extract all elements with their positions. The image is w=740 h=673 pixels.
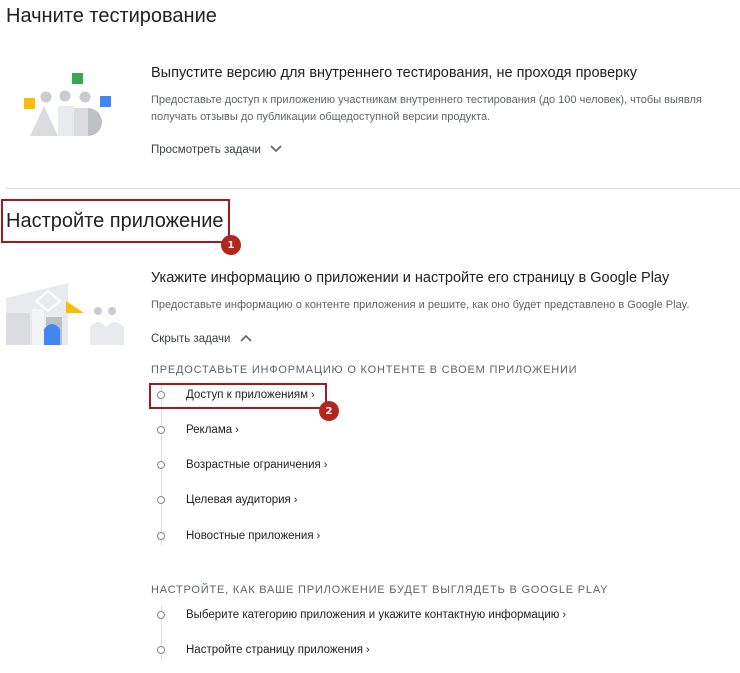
testing-description: Предоставьте доступ к приложению участни… xyxy=(151,94,702,123)
task-store-listing[interactable]: Настройте страницу приложения › xyxy=(157,641,370,659)
task-status-dot xyxy=(157,611,165,619)
task-status-dot xyxy=(157,532,165,540)
task-content-rating[interactable]: Возрастные ограничения › xyxy=(157,456,327,474)
setup-heading: Укажите информацию о приложении и настро… xyxy=(151,270,670,286)
highlight-box-1 xyxy=(1,199,230,243)
section-divider xyxy=(6,188,740,189)
chevron-right-icon: › xyxy=(323,459,328,471)
chevron-down-icon xyxy=(270,144,282,156)
chevron-right-icon: › xyxy=(562,609,567,621)
chevron-right-icon: › xyxy=(235,424,239,436)
task-status-dot xyxy=(157,646,165,654)
task-label: Выберите категорию приложения и укажите … xyxy=(186,609,560,621)
task-label: Реклама xyxy=(186,424,233,436)
chevron-right-icon: › xyxy=(316,530,321,542)
hide-tasks-toggle[interactable]: Скрыть задачи xyxy=(151,333,252,345)
task-status-dot xyxy=(157,496,165,504)
step-badge-1: 1 xyxy=(221,235,241,255)
task-status-dot xyxy=(157,426,165,434)
step-badge-2: 2 xyxy=(319,401,339,421)
task-status-dot xyxy=(157,461,165,469)
chevron-up-icon xyxy=(240,333,252,345)
testing-heading: Выпустите версию для внутреннего тестиро… xyxy=(151,65,637,81)
task-label: Настройте страницу приложения xyxy=(186,644,364,656)
task-label: Целевая аудитория xyxy=(186,494,291,506)
chevron-right-icon: › xyxy=(293,494,298,506)
testing-illustration xyxy=(24,73,111,136)
chevron-right-icon: › xyxy=(366,644,370,656)
setup-illustration xyxy=(6,283,124,345)
view-tasks-toggle[interactable]: Просмотреть задачи xyxy=(151,144,282,156)
task-app-category[interactable]: Выберите категорию приложения и укажите … xyxy=(157,606,566,624)
task-label: Возрастные ограничения xyxy=(186,459,321,471)
task-news-apps[interactable]: Новостные приложения › xyxy=(157,527,320,545)
page: Начните тестирование Выпустите версию дл… xyxy=(0,0,740,673)
task-ads[interactable]: Реклама › xyxy=(157,421,239,439)
setup-description: Предоставьте информацию о контенте прило… xyxy=(151,299,690,311)
section-title-testing: Начните тестирование xyxy=(6,5,217,27)
highlight-box-2 xyxy=(149,383,327,409)
view-tasks-label: Просмотреть задачи xyxy=(151,144,261,157)
hide-tasks-label: Скрыть задачи xyxy=(151,333,231,346)
group-header-content: ПРЕДОСТАВЬТЕ ИНФОРМАЦИЮ О КОНТЕНТЕ В СВО… xyxy=(151,364,578,376)
group-header-store-listing: НАСТРОЙТЕ, КАК ВАШЕ ПРИЛОЖЕНИЕ БУДЕТ ВЫГ… xyxy=(151,584,609,596)
task-label: Новостные приложения xyxy=(186,530,314,542)
task-target-audience[interactable]: Целевая аудитория › xyxy=(157,491,297,509)
